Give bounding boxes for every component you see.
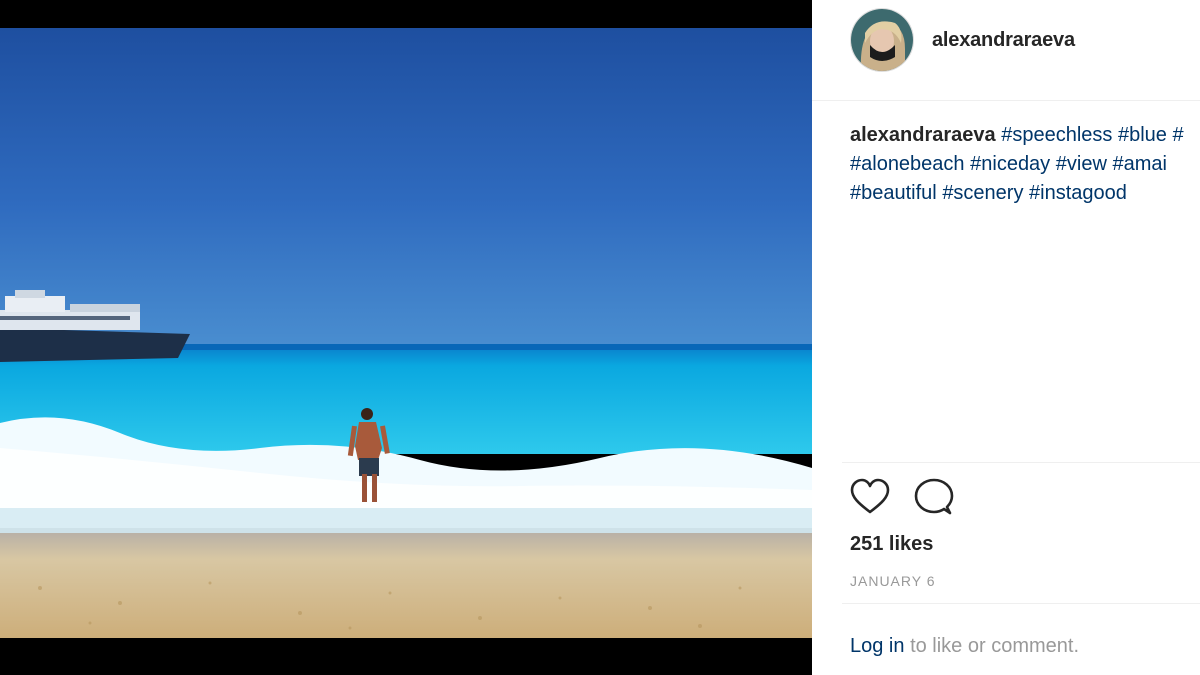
- hashtag[interactable]: #: [1172, 124, 1183, 146]
- login-link[interactable]: Log in: [850, 635, 905, 657]
- hashtag[interactable]: #beautiful: [850, 182, 937, 204]
- hashtag[interactable]: #amai: [1112, 153, 1166, 175]
- caption-line-1: alexandraraeva #speechless #blue #: [850, 121, 1200, 150]
- caption-line-2: #alonebeach #niceday #view #amai: [850, 150, 1200, 179]
- caption-line-3: #beautiful #scenery #instagood: [850, 179, 1200, 208]
- caption-username[interactable]: alexandraraeva: [850, 124, 996, 146]
- post-sidebar: alexandraraeva alexandraraeva #speechles…: [812, 0, 1200, 675]
- heart-icon[interactable]: [850, 478, 890, 518]
- hashtag[interactable]: #scenery: [942, 182, 1023, 204]
- post-header: alexandraraeva: [812, 0, 1200, 101]
- divider: [842, 603, 1200, 604]
- hashtag[interactable]: #alonebeach: [850, 153, 965, 175]
- comment-icon[interactable]: [914, 478, 954, 518]
- post-username[interactable]: alexandraraeva: [932, 29, 1075, 52]
- post-photo[interactable]: [0, 28, 812, 638]
- avatar-image: [851, 9, 913, 71]
- login-prompt-text: to like or comment.: [910, 635, 1080, 657]
- hashtag[interactable]: #niceday: [970, 153, 1050, 175]
- hashtag[interactable]: #blue: [1118, 124, 1167, 146]
- likes-count[interactable]: 251 likes: [850, 533, 933, 556]
- post-date[interactable]: JANUARY 6: [850, 573, 936, 589]
- login-prompt: Log in to like or comment.: [850, 635, 1079, 658]
- hashtag[interactable]: #view: [1056, 153, 1107, 175]
- hashtag[interactable]: #speechless: [1001, 124, 1112, 146]
- divider: [842, 462, 1200, 463]
- avatar[interactable]: [850, 8, 914, 72]
- hashtag[interactable]: #instagood: [1029, 182, 1127, 204]
- beach-photo-image: [0, 28, 812, 638]
- post-caption: alexandraraeva #speechless #blue # #alon…: [850, 121, 1200, 208]
- photo-pane: [0, 0, 812, 675]
